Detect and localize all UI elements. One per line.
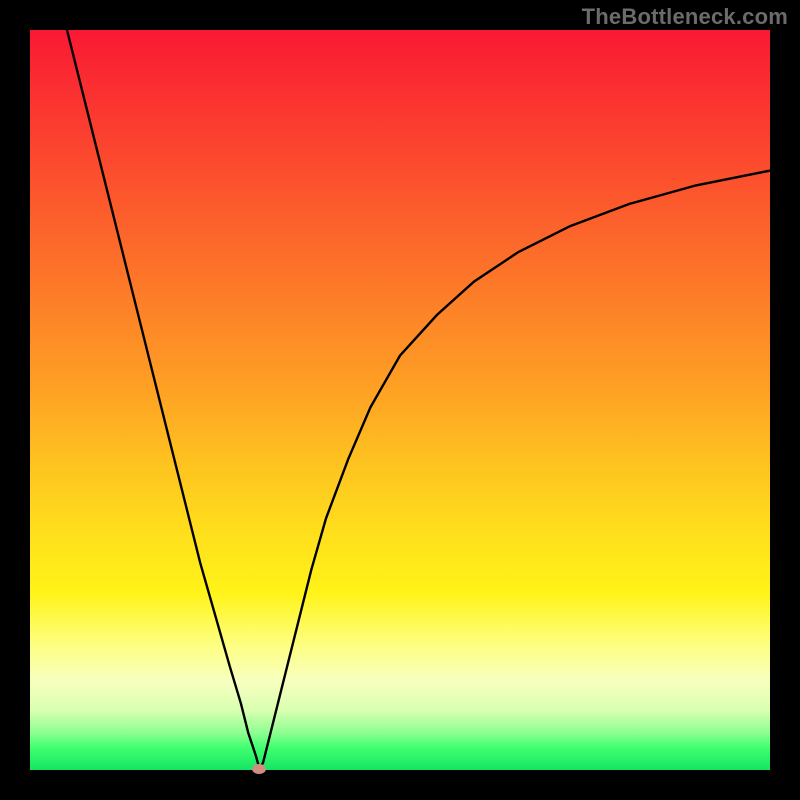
chart-frame: TheBottleneck.com: [0, 0, 800, 800]
watermark-text: TheBottleneck.com: [582, 4, 788, 30]
minimum-marker: [252, 764, 266, 774]
bottleneck-curve: [30, 30, 770, 770]
plot-area: [30, 30, 770, 770]
